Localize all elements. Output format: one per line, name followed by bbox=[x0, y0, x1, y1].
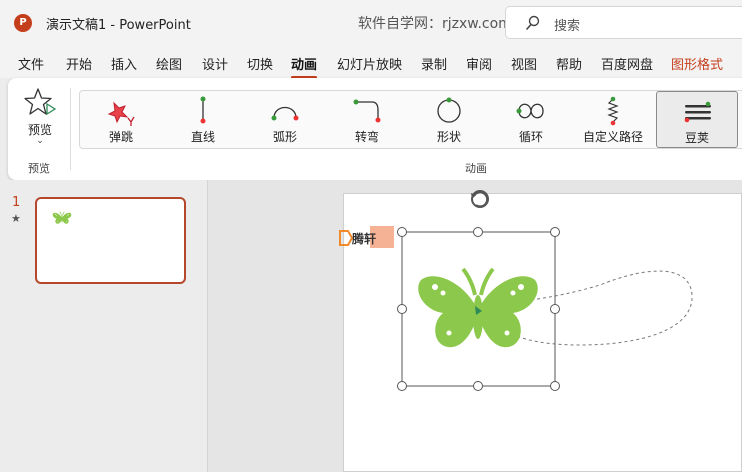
butterfly-shape[interactable] bbox=[416, 267, 540, 350]
selection-overlay bbox=[397, 190, 693, 391]
rotate-handle-icon[interactable] bbox=[471, 190, 489, 208]
